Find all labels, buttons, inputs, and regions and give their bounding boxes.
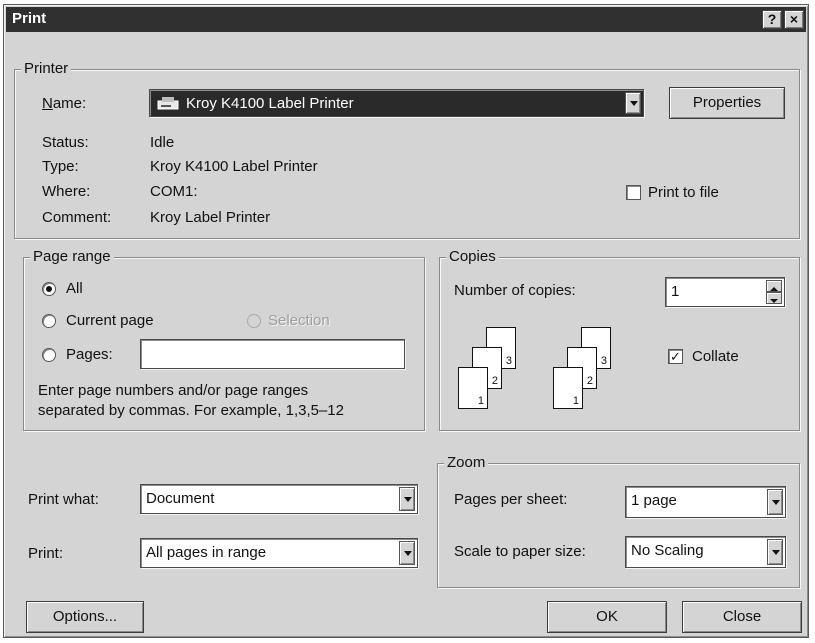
pages-per-sheet-dropdown[interactable]: 1 page: [625, 486, 786, 518]
radio-pages[interactable]: [42, 348, 56, 362]
title-bar[interactable]: Print ? ×: [6, 7, 806, 32]
radio-all[interactable]: [42, 282, 56, 296]
printer-name-label: Name:: [42, 95, 87, 112]
pages-per-sheet-value: 1 page: [631, 492, 677, 509]
close-button[interactable]: Close: [682, 601, 802, 633]
spin-up-icon[interactable]: [766, 280, 782, 292]
status-label: Status:: [42, 134, 89, 151]
copies-value: 1: [671, 283, 680, 300]
print-to-file-checkbox[interactable]: [626, 185, 641, 200]
pages-input[interactable]: [140, 339, 405, 369]
radio-selection: [247, 314, 261, 328]
chevron-down-icon[interactable]: [399, 487, 415, 511]
print-what-value: Document: [146, 490, 215, 507]
radio-current-page[interactable]: [42, 314, 56, 328]
status-value: Idle: [150, 134, 175, 151]
radio-pages-label[interactable]: Pages:: [66, 346, 113, 364]
print-dropdown[interactable]: All pages in range: [140, 538, 418, 568]
printer-icon: [156, 96, 180, 111]
print-what-label: Print what:: [28, 491, 99, 508]
spin-down-icon[interactable]: [766, 292, 782, 304]
properties-button[interactable]: Properties: [669, 87, 785, 119]
page-range-legend: Page range: [30, 248, 114, 266]
zoom-legend: Zoom: [444, 454, 489, 472]
options-button[interactable]: Options...: [26, 601, 144, 633]
close-window-button[interactable]: ×: [784, 10, 804, 29]
window-title: Print: [12, 10, 47, 27]
chevron-down-icon[interactable]: [399, 541, 415, 565]
print-label: Print:: [28, 545, 64, 562]
page-range-hint-line1: Enter page numbers and/or page ranges: [38, 382, 309, 399]
zoom-group: Zoom: [437, 454, 800, 588]
where-value: COM1:: [150, 183, 198, 200]
scale-to-paper-size-label: Scale to paper size:: [454, 543, 586, 560]
page-range-hint-line2: separated by commas. For example, 1,3,5–…: [38, 402, 344, 419]
scale-to-paper-size-dropdown[interactable]: No Scaling: [625, 536, 786, 568]
comment-label: Comment:: [42, 209, 112, 226]
print-dialog: Print ? × Printer Name: Kroy K4100 Label…: [3, 4, 809, 638]
radio-selection-label: Selection: [268, 312, 330, 329]
copies-legend: Copies: [446, 248, 499, 266]
chevron-down-icon[interactable]: [625, 92, 641, 114]
print-to-file-label[interactable]: Print to file: [648, 184, 719, 202]
where-label: Where:: [42, 183, 91, 200]
radio-all-label[interactable]: All: [66, 280, 83, 298]
chevron-down-icon[interactable]: [767, 539, 783, 565]
collated-pages-icon: 3 2 1: [549, 323, 629, 413]
pages-per-sheet-label: Pages per sheet:: [454, 491, 568, 508]
help-button[interactable]: ?: [762, 10, 782, 29]
print-value: All pages in range: [146, 544, 267, 561]
radio-current-page-label[interactable]: Current page: [66, 312, 154, 330]
printer-name-value: Kroy K4100 Label Printer: [186, 95, 354, 112]
printer-legend: Printer: [21, 60, 72, 78]
comment-value: Kroy Label Printer: [150, 209, 271, 226]
chevron-down-icon[interactable]: [767, 489, 783, 515]
scale-to-paper-size-value: No Scaling: [631, 542, 704, 559]
type-value: Kroy K4100 Label Printer: [150, 158, 318, 175]
type-label: Type:: [42, 158, 79, 175]
collate-label[interactable]: Collate: [692, 348, 739, 366]
collated-pages-icon: 3 2 1: [454, 323, 534, 413]
print-what-dropdown[interactable]: Document: [140, 484, 418, 514]
collate-checkbox[interactable]: ✓: [668, 349, 683, 364]
ok-button[interactable]: OK: [547, 601, 667, 633]
copies-spinbox[interactable]: 1: [665, 277, 785, 307]
printer-name-dropdown[interactable]: Kroy K4100 Label Printer: [149, 89, 644, 117]
number-of-copies-label: Number of copies:: [454, 282, 576, 299]
